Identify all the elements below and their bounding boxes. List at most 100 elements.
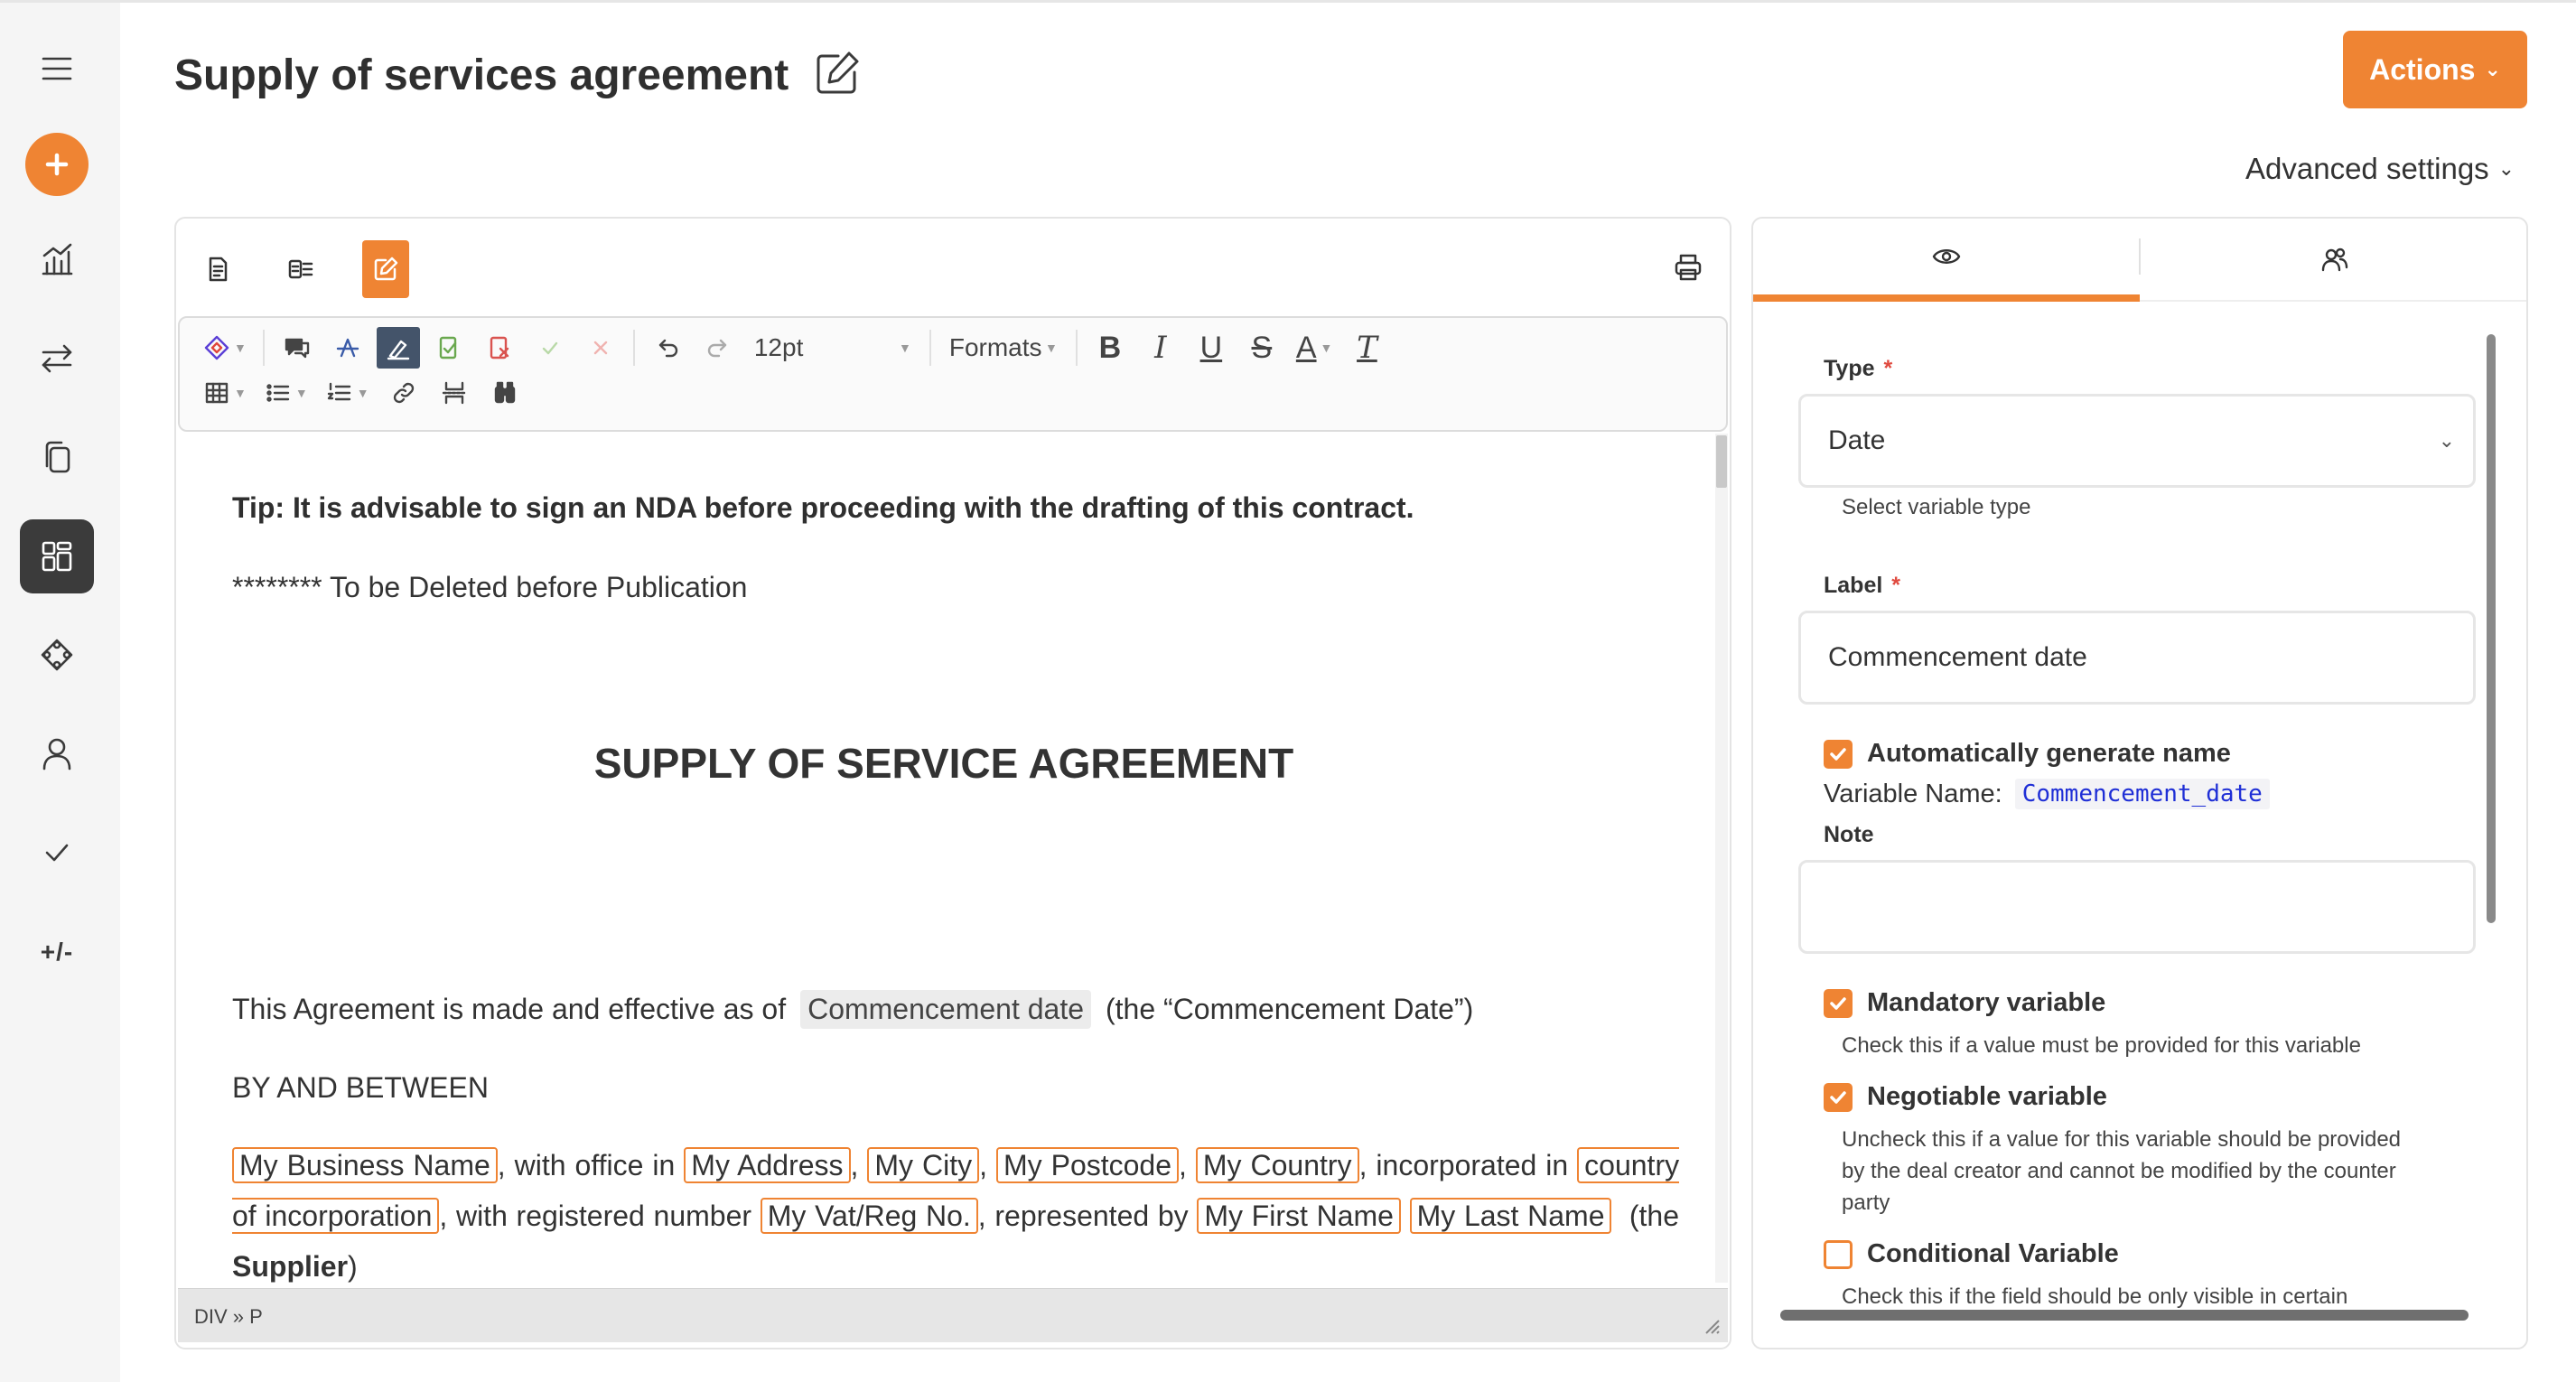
sidebar-item-variables[interactable]: +/- (20, 915, 94, 989)
italic-button[interactable]: I (1139, 327, 1182, 369)
sidebar-item-templates[interactable] (20, 519, 94, 593)
font-size-select[interactable]: 12pt ▼ (747, 327, 919, 369)
conditional-checkbox-row[interactable]: Conditional Variable (1824, 1239, 2119, 1269)
variable-vat-number[interactable]: My Vat/Reg No. (760, 1198, 978, 1234)
page-break-icon (442, 381, 466, 405)
checkmark-icon (1830, 996, 1846, 1010)
actions-button[interactable]: Actions ⌄ (2343, 31, 2527, 108)
document-parties-paragraph: My Business Name, with office in My Addr… (232, 1147, 1680, 1283)
underline-button[interactable]: U (1190, 327, 1233, 369)
text-color-button[interactable]: A ▼ (1291, 327, 1339, 369)
label-input[interactable]: Commencement date (1798, 611, 2476, 705)
variable-first-name[interactable]: My First Name (1197, 1198, 1401, 1234)
chevron-down-icon: ⌄ (2497, 157, 2515, 180)
menu-button[interactable] (20, 32, 94, 106)
element-path[interactable]: DIV » P (194, 1305, 263, 1328)
edit-mode-button[interactable] (362, 240, 409, 298)
strikethrough-button[interactable]: S (1240, 327, 1283, 369)
tab-preview[interactable] (1753, 219, 2140, 302)
type-select[interactable]: Date ⌄ (1798, 394, 2476, 488)
sidebar-item-users[interactable] (20, 716, 94, 790)
reject-all-button[interactable] (478, 327, 521, 369)
view-document-button[interactable] (194, 240, 241, 298)
document-heading: SUPPLY OF SERVICE AGREEMENT (593, 740, 1294, 787)
dropdown-caret-icon: ▼ (234, 341, 247, 355)
document-delete-note: ******** To be Deleted before Publicatio… (232, 571, 748, 603)
editor-panel: ▼ 12pt ▼ Formats ▼ B I U S A ▼ T ▼ ▼ ▼ T… (174, 217, 1731, 1349)
panel-scrollbar-thumb[interactable] (2487, 334, 2496, 923)
auto-name-checkbox-row[interactable]: Automatically generate name (1824, 739, 2231, 769)
negotiable-help-line-1: Uncheck this if a value for this variabl… (1842, 1127, 2402, 1152)
formats-select[interactable]: Formats ▼ (942, 327, 1065, 369)
label-input-value: Commencement date (1828, 642, 2087, 672)
strikethrough-icon: S (1251, 330, 1273, 365)
bold-button[interactable]: B (1088, 327, 1132, 369)
reject-document-icon (490, 336, 509, 360)
label-label-text: Label (1824, 573, 1883, 598)
track-changes-icon (336, 338, 359, 358)
accept-all-button[interactable] (427, 327, 471, 369)
binoculars-icon (494, 381, 515, 404)
variable-postcode[interactable]: My Postcode (995, 1147, 1180, 1183)
table-button[interactable]: ▼ (198, 372, 252, 414)
page-break-button[interactable] (433, 372, 476, 414)
advanced-settings-toggle[interactable]: Advanced settings ⌄ (2245, 152, 2515, 186)
editor-mode-bar (176, 219, 1730, 316)
note-input[interactable] (1798, 860, 2476, 954)
text-close-paren: ) (348, 1250, 358, 1283)
clear-formatting-button[interactable]: T (1345, 327, 1388, 369)
show-changes-button[interactable] (376, 327, 420, 369)
document-scrollbar-thumb[interactable] (1716, 435, 1727, 488)
variable-insert-button[interactable]: ▼ (198, 327, 252, 369)
variable-country[interactable]: My Country (1195, 1147, 1359, 1183)
page-title: Supply of services agreement (174, 51, 789, 99)
variable-name-prefix: Variable Name: (1824, 779, 2002, 808)
edit-icon (374, 257, 398, 281)
print-button[interactable] (1668, 247, 1708, 287)
numbered-list-button[interactable]: ▼ (321, 372, 375, 414)
negotiable-checkbox[interactable] (1824, 1082, 1853, 1112)
auto-name-checkbox[interactable] (1824, 739, 1853, 769)
conditional-checkbox[interactable] (1824, 1239, 1853, 1269)
variable-name-row: Variable Name: Commencement_date (1824, 779, 2270, 809)
editor-toolbar: ▼ 12pt ▼ Formats ▼ B I U S A ▼ T ▼ ▼ ▼ (178, 316, 1728, 432)
compare-view-button[interactable] (277, 240, 324, 298)
negotiable-checkbox-row[interactable]: Negotiable variable (1824, 1082, 2107, 1112)
bullet-list-icon (266, 384, 290, 402)
intro-prefix: This Agreement is made and effective as … (232, 993, 787, 1025)
variable-city[interactable]: My City (867, 1147, 980, 1183)
edit-title-icon[interactable] (813, 49, 862, 98)
reject-change-button[interactable] (579, 327, 622, 369)
track-changes-button[interactable] (326, 327, 369, 369)
conditional-label: Conditional Variable (1867, 1239, 2119, 1268)
tab-participants[interactable] (2142, 219, 2526, 302)
sidebar-item-integrations[interactable] (20, 618, 94, 692)
variable-commencement-date[interactable]: Commencement date (800, 990, 1091, 1029)
resize-handle-icon[interactable] (1703, 1317, 1721, 1335)
check-icon (45, 844, 69, 862)
text-incorporated: incorporated in (1376, 1149, 1569, 1181)
actions-label: Actions (2369, 52, 2476, 86)
panel-horizontal-scrollbar[interactable] (1780, 1310, 2469, 1321)
undo-button[interactable] (646, 327, 689, 369)
comments-button[interactable] (275, 327, 319, 369)
variable-address[interactable]: My Address (684, 1147, 851, 1183)
sidebar-item-transfers[interactable] (20, 322, 94, 396)
mandatory-checkbox-row[interactable]: Mandatory variable (1824, 988, 2105, 1018)
dropdown-caret-icon: ▼ (1045, 341, 1058, 355)
redo-button[interactable] (696, 327, 740, 369)
variable-last-name[interactable]: My Last Name (1409, 1198, 1612, 1234)
mandatory-checkbox[interactable] (1824, 988, 1853, 1018)
sidebar-item-documents[interactable] (20, 420, 94, 494)
link-button[interactable] (382, 372, 425, 414)
find-replace-button[interactable] (483, 372, 527, 414)
bullet-list-button[interactable]: ▼ (259, 372, 313, 414)
dropdown-caret-icon: ▼ (899, 341, 911, 355)
sidebar-item-approvals[interactable] (20, 816, 94, 890)
accept-change-button[interactable] (528, 327, 572, 369)
create-button[interactable] (20, 127, 94, 201)
document-intro: This Agreement is made and effective as … (232, 990, 1473, 1029)
document-scrollbar[interactable] (1715, 434, 1728, 1283)
variable-business-name[interactable]: My Business Name (232, 1147, 498, 1183)
sidebar-item-analytics[interactable] (20, 222, 94, 296)
